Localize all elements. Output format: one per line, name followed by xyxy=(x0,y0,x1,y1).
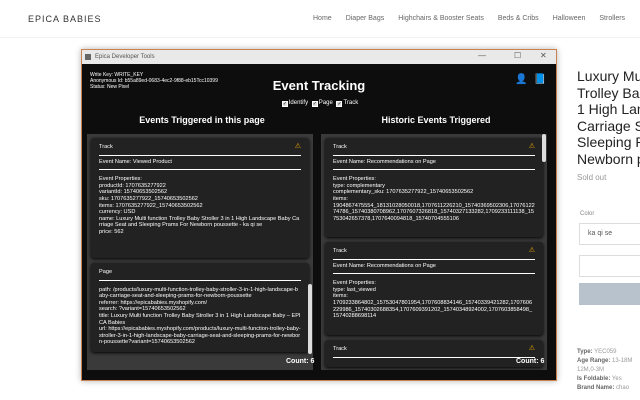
warning-icon[interactable]: ⚠ xyxy=(529,247,535,255)
identify-label: Identify xyxy=(288,100,309,106)
store-logo[interactable]: EPICA BABIES xyxy=(28,14,102,24)
event-filters: ✓ Identify ✓ Page ✓ Track xyxy=(82,100,556,107)
event-type: Page xyxy=(99,269,113,275)
event-card: Track ⚠ Event Name: Recommendations on Pa… xyxy=(325,138,543,237)
nav-beds-cribs[interactable]: Beds & Cribs xyxy=(498,15,539,22)
page-title: Event Tracking xyxy=(272,78,366,93)
track-checkbox[interactable]: ✓ xyxy=(336,101,343,107)
stock-status: Sold out xyxy=(577,173,607,182)
add-to-cart-button[interactable] xyxy=(579,283,640,305)
nav-highchairs[interactable]: Highchairs & Booster Seats xyxy=(398,15,484,22)
page-checkbox[interactable]: ✓ xyxy=(311,101,318,107)
event-properties: path: /products/luxury-multi-function-tr… xyxy=(99,286,301,346)
color-select[interactable]: ka qi se xyxy=(579,223,640,245)
page-label: Page xyxy=(318,100,333,106)
spec-key: Is Foldable: xyxy=(577,376,611,382)
spec-key: Brand Name: xyxy=(577,385,615,391)
nav-diaper-bags[interactable]: Diaper Bags xyxy=(346,15,385,22)
event-name: Event Name: Recommendations on Page xyxy=(333,263,535,275)
spec-key: Age Range: xyxy=(577,358,611,364)
current-events-count: Count: 6 xyxy=(286,358,315,365)
spec-key: Type: xyxy=(577,349,593,355)
warning-icon[interactable]: ⚠ xyxy=(529,143,535,151)
spec-value: chao xyxy=(616,385,630,391)
quantity-input[interactable] xyxy=(579,255,640,277)
color-label: Color xyxy=(580,211,595,217)
historic-events-count: Count: 6 xyxy=(516,358,545,365)
minimize-button[interactable]: — xyxy=(478,51,486,60)
event-type: Track xyxy=(99,144,113,150)
event-type: Track xyxy=(333,346,347,352)
event-card: Page path: /products/luxury-multi-functi… xyxy=(91,263,309,352)
event-card: Track ⚠ xyxy=(325,340,543,367)
product-info: Luxury Multi Trolley Baby 1 High Land Ca… xyxy=(577,68,640,182)
product-title: Luxury Multi Trolley Baby 1 High Land Ca… xyxy=(577,68,640,167)
app-icon xyxy=(85,54,91,60)
maximize-button[interactable]: ☐ xyxy=(514,51,521,60)
warning-icon[interactable]: ⚠ xyxy=(295,143,301,151)
scrollbar[interactable] xyxy=(308,284,312,354)
spec-value: 13-18M xyxy=(612,358,633,364)
site-header: EPICA BABIES Home Diaper Bags Highchairs… xyxy=(0,0,640,38)
window-titlebar[interactable]: Epica Developer Tools — ☐ ✕ xyxy=(82,50,556,64)
current-events-title: Events Triggered in this page xyxy=(139,115,265,125)
event-name: Event Name: Recommendations on Page xyxy=(333,159,535,171)
product-specs: Type: YEC059 Age Range: 13-18M 12M,0-3M … xyxy=(577,348,632,393)
spec-value: YEC059 xyxy=(594,349,617,355)
event-properties: Event Properties: type: complementary co… xyxy=(333,176,535,222)
warning-icon[interactable]: ⚠ xyxy=(529,345,535,353)
event-properties: Event Properties: productId: 17076352779… xyxy=(99,176,300,235)
event-name: Event Name: Viewed Product xyxy=(99,159,301,171)
nav-halloween[interactable]: Halloween xyxy=(553,15,586,22)
current-events-list[interactable]: Track ⚠ Event Name: Viewed Product Event … xyxy=(87,134,313,370)
event-type: Track xyxy=(333,248,347,254)
event-type: Track xyxy=(333,144,347,150)
historic-events-title: Historic Events Triggered xyxy=(381,115,491,125)
historic-events-list[interactable]: Track ⚠ Event Name: Recommendations on Pa… xyxy=(321,134,547,370)
scrollbar[interactable] xyxy=(542,134,546,162)
event-card: Track ⚠ Event Name: Viewed Product Event … xyxy=(91,138,309,258)
spec-value: 12M,0-3M xyxy=(577,367,605,373)
close-button[interactable]: ✕ xyxy=(540,51,547,60)
spec-value: Yes xyxy=(611,376,622,382)
track-label: Track xyxy=(343,100,359,106)
main-nav: Home Diaper Bags Highchairs & Booster Se… xyxy=(313,15,625,22)
dev-tools-window: Epica Developer Tools — ☐ ✕ Write Key: W… xyxy=(81,49,557,381)
event-properties: Event Properties: type: last_viewed item… xyxy=(333,280,533,320)
identify-checkbox[interactable]: ✓ xyxy=(281,101,288,107)
nav-strollers[interactable]: Strollers xyxy=(599,15,625,22)
event-card: Track ⚠ Event Name: Recommendations on Pa… xyxy=(325,242,543,335)
window-title: Epica Developer Tools xyxy=(95,54,155,60)
nav-home[interactable]: Home xyxy=(313,15,332,22)
